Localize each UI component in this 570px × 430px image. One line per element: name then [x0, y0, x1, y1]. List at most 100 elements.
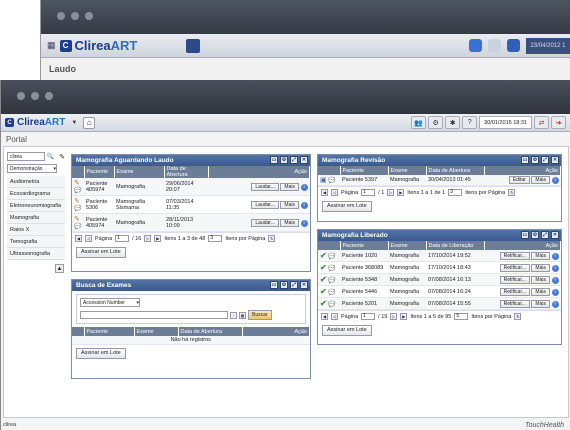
mais-button[interactable]: Mais: [280, 200, 299, 209]
maximize-icon[interactable]: ⤢: [541, 156, 549, 164]
info-icon[interactable]: i: [551, 252, 559, 260]
comment-icon[interactable]: 💬: [328, 290, 335, 296]
first-page-button[interactable]: ◀: [75, 235, 82, 242]
mais-button[interactable]: Mais: [531, 263, 550, 272]
review-icon[interactable]: ▣: [320, 177, 327, 184]
table-row[interactable]: ✔ 💬 Paciente 5348 Mamografia 07/08/2014 …: [318, 273, 561, 286]
settings-icon[interactable]: ⚙: [280, 156, 288, 164]
info-icon[interactable]: i: [551, 276, 559, 284]
retificar-button[interactable]: Retificar...: [499, 275, 530, 284]
settings-icon[interactable]: ⚙: [531, 231, 539, 239]
refresh-button[interactable]: ↻: [268, 235, 276, 242]
column-header[interactable]: Exame: [134, 327, 179, 336]
sidebar-item-eletroneuromiografia[interactable]: Eletroneuromiografia: [7, 200, 65, 212]
comment-icon[interactable]: 💬: [328, 278, 335, 284]
comment-icon[interactable]: 💬: [74, 224, 81, 230]
mais-button[interactable]: Mais: [531, 176, 550, 184]
retificar-button[interactable]: Retificar...: [499, 299, 530, 308]
clear-icon[interactable]: ▫: [230, 311, 237, 319]
settings-icon[interactable]: [488, 39, 501, 52]
page-input[interactable]: 1: [361, 189, 376, 196]
last-page-button[interactable]: ▶: [400, 313, 408, 320]
info-icon[interactable]: i: [551, 300, 559, 308]
column-header[interactable]: Data de Abertura: [426, 166, 485, 175]
page-input[interactable]: 1: [361, 313, 376, 320]
table-row[interactable]: ✔ 💬 Paciente 368089 Mamografia 17/10/201…: [318, 261, 561, 274]
apps-icon[interactable]: [186, 39, 200, 53]
per-page-input[interactable]: 3: [448, 189, 463, 196]
minimize-icon[interactable]: ▭: [521, 231, 529, 239]
refresh-button[interactable]: ↻: [514, 313, 522, 320]
retificar-button[interactable]: Retificar...: [499, 263, 530, 272]
laudar-button[interactable]: Laudar...: [251, 200, 279, 209]
column-header[interactable]: Data de Abertura: [164, 166, 209, 178]
tools-button[interactable]: ⚙: [428, 116, 444, 129]
settings-icon[interactable]: ⚙: [531, 156, 539, 164]
mais-button[interactable]: Mais: [531, 287, 550, 296]
editar-button[interactable]: Editar: [508, 176, 530, 184]
table-row[interactable]: ✔ 💬 Paciente 5201 Mamografia 07/08/2014 …: [318, 297, 561, 310]
prev-page-button[interactable]: ◁: [331, 189, 338, 196]
window-controls[interactable]: [57, 12, 93, 20]
maximize-icon[interactable]: ⤢: [541, 231, 549, 239]
column-header[interactable]: Data de Abertura: [178, 327, 243, 336]
comment-icon[interactable]: 💬: [328, 178, 335, 184]
user-admin-button[interactable]: 👥: [411, 116, 427, 129]
mais-button[interactable]: Mais: [280, 182, 299, 191]
info-icon[interactable]: i: [300, 201, 308, 209]
sidebar-item-ecocardiograma[interactable]: Ecocardiograma: [7, 188, 65, 200]
settings-icon[interactable]: ⚙: [280, 281, 288, 289]
column-header[interactable]: Paciente: [84, 166, 115, 178]
mais-button[interactable]: Mais: [531, 251, 550, 260]
prev-page-button[interactable]: ◁: [85, 235, 92, 242]
calendar-icon[interactable]: ▦: [239, 311, 246, 319]
info-icon[interactable]: i: [551, 288, 559, 296]
close-icon[interactable]: ✕: [300, 156, 308, 164]
select-column-header[interactable]: [72, 166, 85, 178]
close-icon[interactable]: ✕: [551, 231, 559, 239]
column-header[interactable]: Paciente: [84, 327, 135, 336]
sidebar-item-raios-x[interactable]: Raios X: [7, 224, 65, 236]
mais-button[interactable]: Mais: [280, 218, 299, 227]
assinar-lote-button[interactable]: Assinar em Lote: [76, 247, 126, 258]
switch-button[interactable]: ⇄: [534, 116, 549, 129]
window-controls[interactable]: [17, 92, 53, 100]
close-icon[interactable]: ✕: [551, 156, 559, 164]
close-icon[interactable]: ✕: [300, 281, 308, 289]
edit-icon[interactable]: ✎: [74, 198, 80, 205]
table-row[interactable]: ✎ 💬 Paciente 405974 Mamografia 28/11/201…: [72, 213, 310, 232]
last-page-button[interactable]: ▶: [154, 235, 162, 242]
search-icon[interactable]: 🔍: [47, 153, 54, 160]
search-field-select[interactable]: Accession Number ▾: [80, 298, 140, 307]
sidebar-item-ultrassonografia[interactable]: Ultrassonografia: [7, 248, 65, 260]
group-select[interactable]: Demonstração ▾: [7, 164, 57, 173]
table-row[interactable]: ▣ 💬 Paciente 5397 Mamografia 30/04/2013 …: [318, 175, 561, 186]
column-header[interactable]: Exame: [114, 166, 165, 178]
maximize-icon[interactable]: ⤢: [290, 281, 298, 289]
column-header[interactable]: Exame: [388, 241, 427, 250]
column-header[interactable]: Exame: [388, 166, 427, 175]
home-button[interactable]: ⌂: [83, 116, 96, 129]
laudar-button[interactable]: Laudar...: [251, 218, 279, 227]
column-header[interactable]: Paciente: [340, 166, 389, 175]
info-icon[interactable]: i: [551, 264, 559, 272]
laudar-button[interactable]: Laudar...: [251, 182, 279, 191]
next-page-button[interactable]: ▷: [144, 235, 152, 242]
info-icon[interactable]: i: [300, 183, 308, 191]
prev-page-button[interactable]: ◁: [331, 313, 338, 320]
info-icon[interactable]: i: [551, 177, 559, 184]
table-row[interactable]: ✎ 💬 Paciente 5306 Mamografia Sismama 07/…: [72, 195, 310, 214]
users-icon[interactable]: [507, 39, 520, 52]
last-page-button[interactable]: ▶: [397, 189, 405, 196]
comment-icon[interactable]: 💬: [74, 188, 81, 194]
sidebar-item-mamografia[interactable]: Mamografia: [7, 212, 65, 224]
comment-icon[interactable]: 💬: [328, 266, 335, 272]
assinar-lote-button[interactable]: Assinar em Lote: [322, 325, 372, 336]
retificar-button[interactable]: Retificar...: [499, 251, 530, 260]
edit-icon[interactable]: ✎: [74, 216, 80, 223]
table-row[interactable]: ✎ 💬 Paciente 405974 Mamografia 29/06/201…: [72, 178, 310, 196]
select-column-header[interactable]: [318, 166, 341, 175]
collapse-sidebar-button[interactable]: ▲: [55, 264, 64, 273]
first-page-button[interactable]: ◀: [321, 313, 328, 320]
info-icon[interactable]: i: [300, 219, 308, 227]
